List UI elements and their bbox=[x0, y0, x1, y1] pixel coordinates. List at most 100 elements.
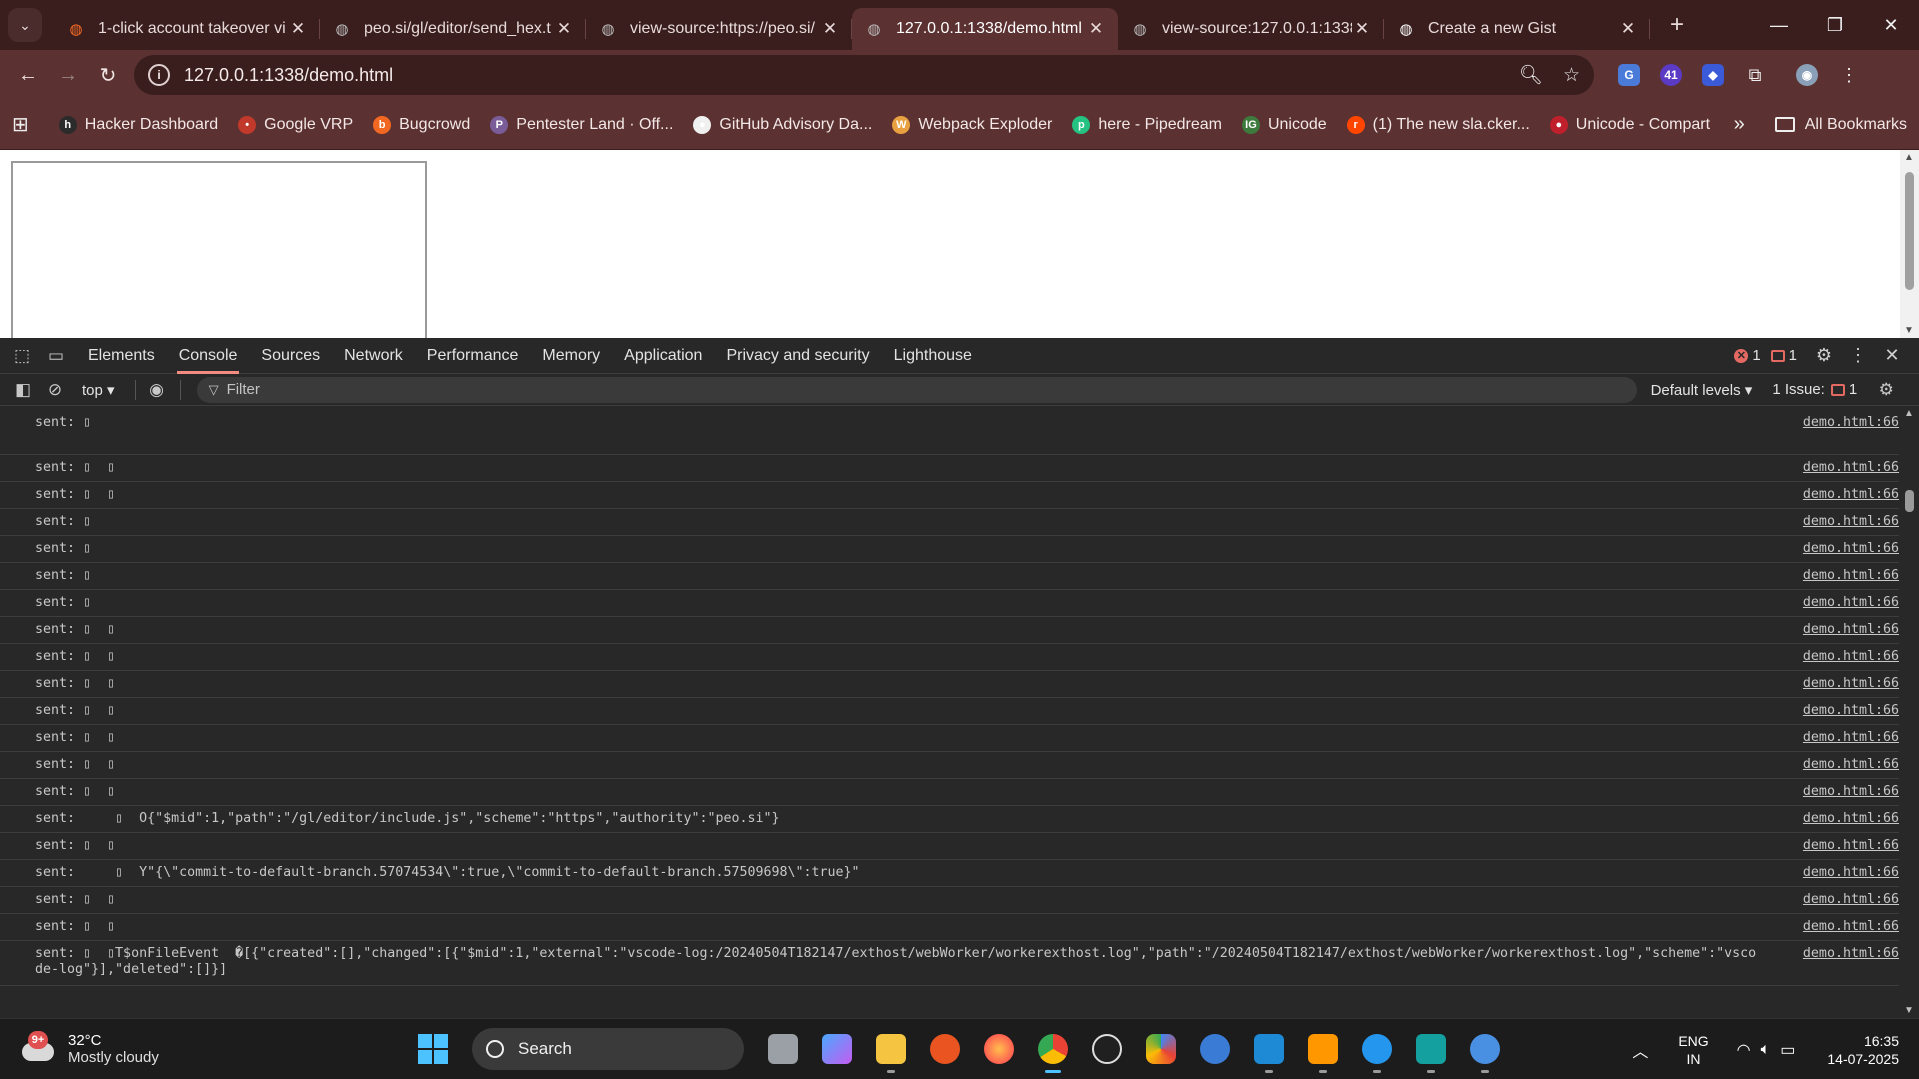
bookmark-item[interactable]: P Pentester Land · Off... bbox=[490, 115, 673, 134]
tab-close-icon[interactable]: ✕ bbox=[554, 19, 574, 39]
devtools-tab-elements[interactable]: Elements bbox=[76, 338, 167, 374]
page-scrollbar-thumb[interactable] bbox=[1905, 172, 1914, 290]
log-source-link[interactable]: demo.html:66 bbox=[1779, 460, 1899, 476]
bookmark-item[interactable]: r (1) The new sla.cker... bbox=[1346, 115, 1530, 134]
browser-tab[interactable]: ◍ Create a new Gist ✕ bbox=[1384, 8, 1650, 50]
log-source-link[interactable]: demo.html:66 bbox=[1779, 703, 1899, 719]
log-source-link[interactable]: demo.html:66 bbox=[1779, 622, 1899, 638]
bookmark-item[interactable]: ● Unicode - Compart bbox=[1549, 115, 1710, 134]
log-source-link[interactable]: demo.html:66 bbox=[1779, 676, 1899, 692]
file-explorer-icon[interactable] bbox=[871, 1029, 911, 1073]
tray-overflow-icon[interactable]: ︿ bbox=[1632, 1038, 1648, 1062]
address-url[interactable]: 127.0.0.1:1338/demo.html bbox=[184, 65, 1499, 86]
copilot-icon[interactable] bbox=[817, 1029, 857, 1069]
zoom-icon[interactable]: 🔍︎ bbox=[1519, 63, 1543, 87]
bookmark-item[interactable]: • Google VRP bbox=[238, 115, 353, 134]
extension-badge-icon[interactable]: 41 bbox=[1650, 55, 1692, 95]
devtools-menu-icon[interactable]: ⋮ bbox=[1841, 345, 1875, 366]
address-bar[interactable]: i 127.0.0.1:1338/demo.html 🔍︎ ☆ bbox=[134, 55, 1594, 95]
close-window-icon[interactable]: ✕ bbox=[1863, 0, 1919, 50]
devtools-tab-application[interactable]: Application bbox=[612, 338, 714, 374]
log-source-link[interactable]: demo.html:66 bbox=[1779, 892, 1899, 908]
tab-close-icon[interactable]: ✕ bbox=[1618, 19, 1638, 39]
warning-counter[interactable]: 1 bbox=[1770, 347, 1797, 364]
site-info-icon[interactable]: i bbox=[148, 64, 170, 86]
log-source-link[interactable]: demo.html:66 bbox=[1779, 487, 1899, 503]
all-bookmarks[interactable]: All Bookmarks bbox=[1774, 116, 1907, 134]
log-source-link[interactable]: demo.html:66 bbox=[1779, 838, 1899, 854]
volume-icon[interactable]: 🔈︎ bbox=[1761, 1041, 1771, 1059]
bookmark-item[interactable]: p here - Pipedream bbox=[1072, 115, 1222, 134]
menu-kebab-icon[interactable]: ⋮ bbox=[1828, 55, 1870, 95]
bookmark-item[interactable]: IG Unicode bbox=[1241, 115, 1327, 134]
bookmark-item[interactable]: W Webpack Exploder bbox=[892, 115, 1052, 134]
log-source-link[interactable]: demo.html:66 bbox=[1779, 757, 1899, 773]
windows-start-icon[interactable] bbox=[418, 1034, 448, 1064]
error-counter[interactable]: ✕ 1 bbox=[1734, 347, 1761, 364]
live-expression-eye-icon[interactable]: ◉ bbox=[142, 380, 172, 400]
log-source-link[interactable]: demo.html:66 bbox=[1779, 415, 1899, 431]
tab-close-icon[interactable]: ✕ bbox=[820, 19, 840, 39]
ubuntu-icon[interactable] bbox=[925, 1029, 965, 1069]
bookmark-item[interactable]: h Hacker Dashboard bbox=[58, 115, 218, 134]
chrome-icon[interactable] bbox=[1033, 1029, 1073, 1073]
chromium-icon[interactable] bbox=[1465, 1029, 1505, 1073]
profile-avatar-icon[interactable]: ◉ bbox=[1786, 55, 1828, 95]
log-source-link[interactable]: demo.html:66 bbox=[1779, 811, 1899, 827]
clock[interactable]: 16:35 14-07-2025 bbox=[1827, 1032, 1899, 1068]
log-source-link[interactable]: demo.html:66 bbox=[1779, 568, 1899, 584]
devtools-tab-network[interactable]: Network bbox=[332, 338, 415, 374]
translate-extension-icon[interactable]: G bbox=[1608, 55, 1650, 95]
browser-tab[interactable]: ◍ view-source:127.0.0.1:1338 ✕ bbox=[1118, 8, 1384, 50]
scroll-down-icon[interactable]: ▼ bbox=[1904, 325, 1914, 336]
log-source-link[interactable]: demo.html:66 bbox=[1779, 541, 1899, 557]
tab-close-icon[interactable]: ✕ bbox=[1086, 19, 1106, 39]
devtools-settings-icon[interactable]: ⚙ bbox=[1807, 345, 1841, 366]
shield-extension-icon[interactable]: ◆ bbox=[1692, 55, 1734, 95]
devtools-tab-sources[interactable]: Sources bbox=[249, 338, 332, 374]
sidebar-toggle-icon[interactable]: ◧ bbox=[8, 380, 38, 400]
browser-tab[interactable]: ◍ 127.0.0.1:1338/demo.html ✕ bbox=[852, 8, 1118, 50]
log-source-link[interactable]: demo.html:66 bbox=[1779, 649, 1899, 665]
taskbar-search[interactable]: Search bbox=[472, 1028, 744, 1070]
minimize-icon[interactable]: — bbox=[1751, 0, 1807, 50]
issues-button[interactable]: 1 Issue: 1 bbox=[1772, 381, 1857, 398]
penguin-app-icon[interactable] bbox=[1087, 1029, 1127, 1069]
console-scrollbar-thumb[interactable] bbox=[1905, 490, 1914, 512]
log-levels-dropdown[interactable]: Default levels ▾ bbox=[1651, 381, 1753, 399]
log-source-link[interactable]: demo.html:66 bbox=[1779, 784, 1899, 800]
browser-tab[interactable]: ◍ 1-click account takeover vi ✕ bbox=[54, 8, 320, 50]
browser-tab[interactable]: ◍ peo.si/gl/editor/send_hex.t ✕ bbox=[320, 8, 586, 50]
weather-widget[interactable]: 9+ 32°C Mostly cloudy bbox=[22, 1031, 159, 1066]
bookmark-item[interactable]: b Bugcrowd bbox=[373, 115, 470, 134]
firefox-icon[interactable] bbox=[979, 1029, 1019, 1069]
bolt-app-icon[interactable] bbox=[1411, 1029, 1451, 1073]
bookmark-item[interactable]: ● GitHub Advisory Da... bbox=[693, 115, 872, 134]
log-source-link[interactable]: demo.html:66 bbox=[1779, 946, 1899, 962]
apps-grid-icon[interactable]: ⊞ bbox=[12, 112, 29, 137]
bookmark-star-icon[interactable]: ☆ bbox=[1563, 64, 1580, 87]
log-source-link[interactable]: demo.html:66 bbox=[1779, 919, 1899, 935]
log-source-link[interactable]: demo.html:66 bbox=[1779, 595, 1899, 611]
sublime-text-icon[interactable] bbox=[1303, 1029, 1343, 1073]
browser-alt-icon[interactable] bbox=[1195, 1029, 1235, 1069]
vscode-icon[interactable] bbox=[1249, 1029, 1289, 1073]
log-source-link[interactable]: demo.html:66 bbox=[1779, 514, 1899, 530]
burp-app-icon[interactable] bbox=[1141, 1029, 1181, 1069]
scroll-down-icon[interactable]: ▼ bbox=[1904, 1005, 1914, 1016]
inspect-element-icon[interactable]: ⬚ bbox=[8, 346, 36, 366]
scroll-up-icon[interactable]: ▲ bbox=[1904, 408, 1914, 419]
page-scrollbar[interactable]: ▲ ▼ bbox=[1900, 150, 1919, 338]
console-scrollbar[interactable]: ▲ ▼ bbox=[1899, 406, 1919, 1018]
embedded-iframe[interactable] bbox=[11, 161, 427, 338]
tab-close-icon[interactable]: ✕ bbox=[1352, 19, 1372, 39]
clear-console-icon[interactable]: ⊘ bbox=[40, 380, 70, 400]
browser-tab[interactable]: ◍ view-source:https://peo.si/ ✕ bbox=[586, 8, 852, 50]
back-button[interactable]: ← bbox=[8, 55, 48, 95]
tab-search-dropdown[interactable]: ⌄ bbox=[8, 8, 42, 42]
devtools-close-icon[interactable]: ✕ bbox=[1875, 345, 1909, 366]
console-settings-icon[interactable]: ⚙ bbox=[1871, 380, 1901, 400]
task-view-icon[interactable] bbox=[763, 1029, 803, 1069]
docker-icon[interactable] bbox=[1357, 1029, 1397, 1073]
device-toolbar-icon[interactable]: ▭ bbox=[42, 346, 70, 366]
